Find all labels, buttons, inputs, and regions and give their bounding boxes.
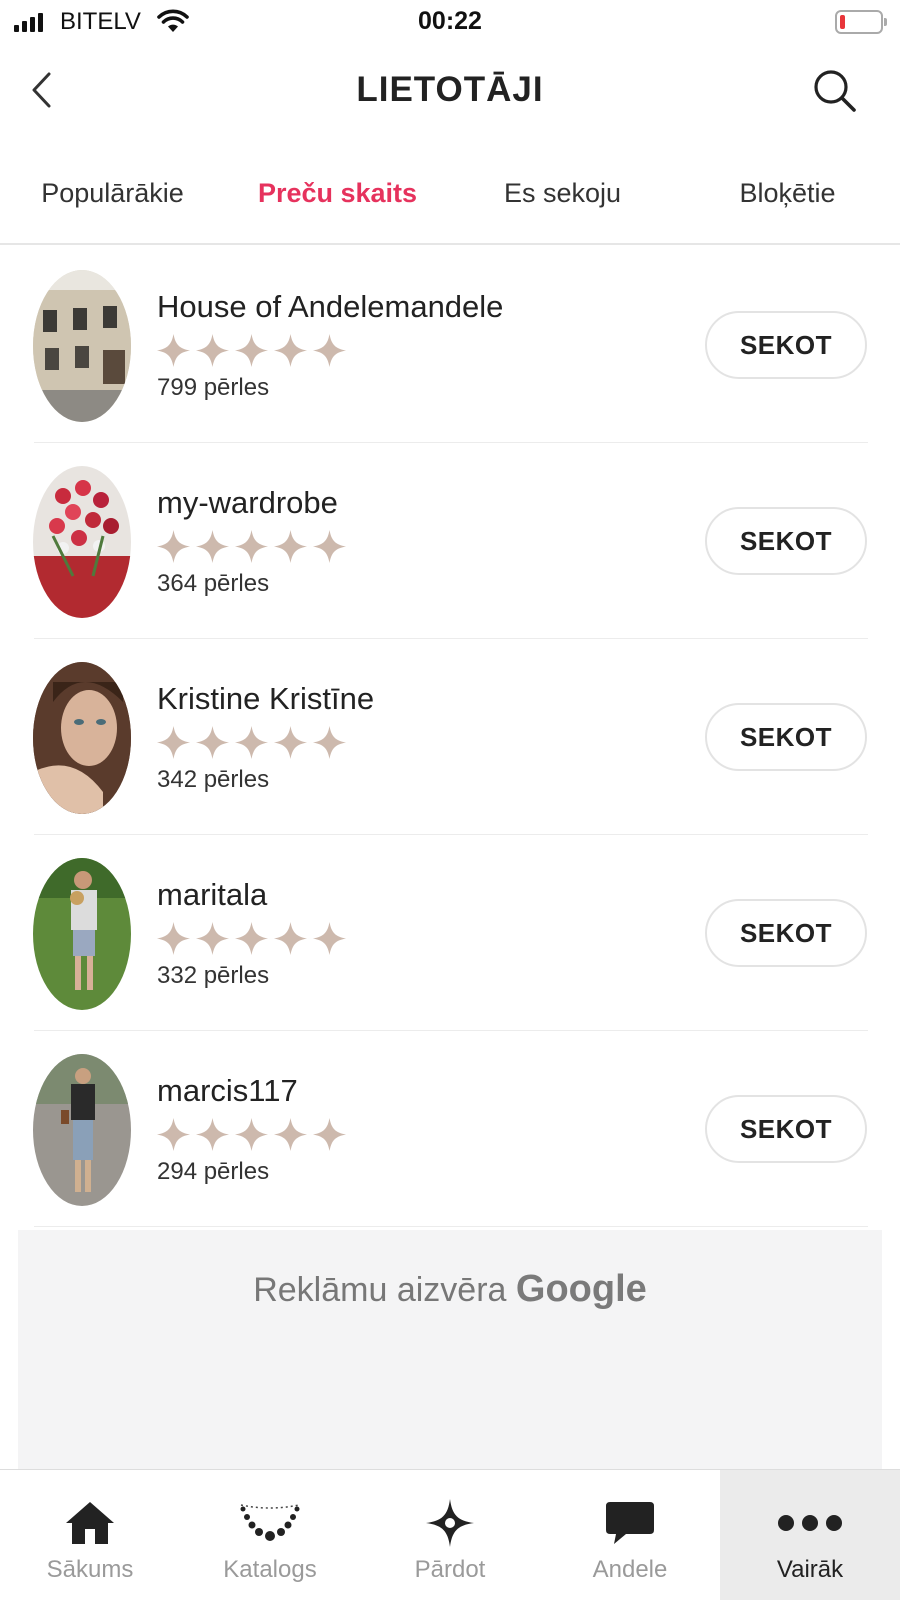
pearl-count: 294 pērles (157, 1158, 270, 1185)
star-icon (312, 725, 347, 760)
star-icon (273, 1117, 308, 1152)
user-name[interactable]: maritala (157, 877, 267, 913)
ad-banner: Reklāmu aizvēra Google (18, 1230, 882, 1470)
star-icon (156, 333, 191, 368)
star-icon (273, 921, 308, 956)
rating-stars (156, 725, 347, 760)
page-title: LIETOTĀJI (356, 70, 544, 109)
star-icon (156, 1117, 191, 1152)
star-icon (195, 333, 230, 368)
google-logo: Google (515, 1268, 647, 1310)
status-bar: BITELV 00:22 (0, 0, 900, 44)
star-icon (195, 921, 230, 956)
star-icon (156, 529, 191, 564)
rating-stars (156, 921, 347, 956)
search-button[interactable] (810, 66, 860, 116)
user-name[interactable]: Kristine Kristīne (157, 681, 374, 717)
nav-label: Sākums (46, 1556, 134, 1583)
nav-label: Pārdot (414, 1556, 486, 1583)
user-name[interactable]: House of Andelemandele (157, 289, 503, 325)
list-item[interactable]: marcis117 294 pērles SEKOT (0, 1031, 900, 1227)
list-item[interactable]: House of Andelemandele 799 pērles SEKOT (0, 247, 900, 443)
nav-label: Andele (592, 1556, 668, 1583)
user-list: House of Andelemandele 799 pērles SEKOT (0, 247, 900, 1227)
tab-blocked[interactable]: Bloķētie (675, 150, 900, 243)
follow-button[interactable]: SEKOT (705, 1095, 867, 1163)
avatar[interactable] (33, 270, 131, 422)
status-time: 00:22 (418, 7, 482, 35)
nav-item-sell[interactable]: Pārdot (360, 1470, 540, 1600)
ad-closed-label: Reklāmu aizvēra (253, 1271, 507, 1309)
star-icon (312, 921, 347, 956)
star-icon (234, 725, 269, 760)
star-icon (156, 725, 191, 760)
star-icon (273, 333, 308, 368)
follow-button[interactable]: SEKOT (705, 899, 867, 967)
star-icon (195, 725, 230, 760)
more-dots-icon (778, 1515, 842, 1531)
follow-button[interactable]: SEKOT (705, 703, 867, 771)
pearl-count: 332 pērles (157, 962, 270, 989)
list-item[interactable]: maritala 332 pērles SEKOT (0, 835, 900, 1031)
star-icon (273, 529, 308, 564)
avatar[interactable] (33, 1054, 131, 1206)
star-icon (234, 921, 269, 956)
nav-label: Katalogs (223, 1556, 317, 1583)
list-item[interactable]: my-wardrobe 364 pērles SEKOT (0, 443, 900, 639)
star-icon (195, 1117, 230, 1152)
star-icon (234, 333, 269, 368)
avatar[interactable] (33, 858, 131, 1010)
home-icon (66, 1502, 114, 1544)
star-icon (312, 529, 347, 564)
tab-item-count[interactable]: Preču skaits (225, 150, 450, 243)
tab-following[interactable]: Es sekoju (450, 150, 675, 243)
nav-item-messages[interactable]: Andele (540, 1470, 720, 1600)
star-icon (312, 333, 347, 368)
rating-stars (156, 529, 347, 564)
star-icon (156, 921, 191, 956)
user-name[interactable]: my-wardrobe (157, 485, 338, 521)
chat-bubble-icon (606, 1502, 654, 1544)
tab-bar: Populārākie Preču skaits Es sekoju Bloķē… (0, 150, 900, 245)
star-icon (234, 529, 269, 564)
avatar[interactable] (33, 466, 131, 618)
pearl-count: 342 pērles (157, 766, 270, 793)
star-icon (195, 529, 230, 564)
avatar[interactable] (33, 662, 131, 814)
user-name[interactable]: marcis117 (157, 1073, 298, 1109)
nav-item-more[interactable]: Vairāk (720, 1470, 900, 1600)
nav-item-catalog[interactable]: Katalogs (180, 1470, 360, 1600)
nav-label: Vairāk (776, 1556, 844, 1583)
tab-popular[interactable]: Populārākie (0, 150, 225, 243)
search-icon (814, 70, 856, 112)
star-icon (234, 1117, 269, 1152)
bottom-nav: Sākums Katalogs Pārdot Andele Vairāk (0, 1469, 900, 1600)
pearl-count: 364 pērles (157, 570, 270, 597)
follow-button[interactable]: SEKOT (705, 507, 867, 575)
battery-icon (835, 10, 887, 34)
nav-item-home[interactable]: Sākums (0, 1470, 180, 1600)
rating-stars (156, 333, 347, 368)
ad-closed-text: Reklāmu aizvēra Google (18, 1268, 882, 1311)
sparkle-icon (426, 1499, 474, 1547)
rating-stars (156, 1117, 347, 1152)
star-icon (312, 1117, 347, 1152)
header: LIETOTĀJI (0, 44, 900, 140)
pearl-count: 799 pērles (157, 374, 270, 401)
list-item[interactable]: Kristine Kristīne 342 pērles SEKOT (0, 639, 900, 835)
follow-button[interactable]: SEKOT (705, 311, 867, 379)
necklace-icon (240, 1504, 300, 1541)
star-icon (273, 725, 308, 760)
